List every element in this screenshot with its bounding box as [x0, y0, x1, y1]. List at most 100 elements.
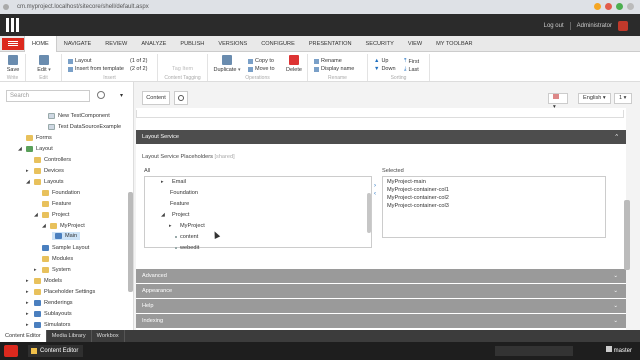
tree-item[interactable]: ▸ Sublayouts	[26, 311, 72, 317]
tab-security[interactable]: SECURITY	[359, 36, 401, 52]
tab-configure[interactable]: CONFIGURE	[254, 36, 302, 52]
expand-arrow-icon[interactable]: ▸	[26, 300, 31, 306]
expand-arrow-icon[interactable]: ▸	[26, 311, 31, 317]
chevron-down-icon[interactable]: ▾	[120, 92, 123, 99]
tab-my-toolbar[interactable]: MY TOOLBAR	[429, 36, 479, 52]
chevron-down-icon[interactable]: ⌄	[613, 299, 618, 313]
tab-publish[interactable]: PUBLISH	[173, 36, 211, 52]
tree-item[interactable]: Feature	[42, 201, 71, 207]
browser-url[interactable]: cm.myproject.localhost/sitecore/shell/de…	[17, 4, 149, 10]
save-button[interactable]: Save	[6, 55, 20, 73]
tab-versions[interactable]: VERSIONS	[211, 36, 254, 52]
avatar[interactable]	[618, 21, 628, 31]
tree-item[interactable]: Forms	[26, 135, 52, 141]
tab-view[interactable]: VIEW	[401, 36, 429, 52]
edit-button[interactable]: Edit ▾	[34, 55, 54, 73]
tree-item[interactable]: ▸ Models	[26, 278, 62, 284]
tab-presentation[interactable]: PRESENTATION	[302, 36, 359, 52]
app-tab-media-library[interactable]: Media Library	[47, 330, 92, 342]
all-placeholders-list[interactable]: ▸ Email Foundation Feature ◢ Project ▸ MyPr…	[144, 176, 372, 251]
section-appearance[interactable]: Appearance ⌄	[136, 284, 626, 298]
tree-search-input[interactable]: Search	[6, 90, 90, 102]
tree-item-selected[interactable]: Main	[52, 232, 81, 240]
list-item[interactable]: ▸ Email	[161, 179, 186, 185]
section-help[interactable]: Help ⌄	[136, 299, 626, 313]
insert-layout-button[interactable]: Layout	[68, 58, 92, 64]
list-item[interactable]: Feature	[167, 201, 189, 207]
tree-item[interactable]: ▸ Simulators	[26, 322, 70, 328]
expand-arrow-icon[interactable]: ▸	[26, 289, 31, 295]
tab-analyze[interactable]: ANALYZE	[134, 36, 173, 52]
extension-icon[interactable]	[616, 3, 623, 10]
tag-item-button[interactable]: Tag Item	[172, 66, 193, 72]
copy-to-button[interactable]: Copy to	[248, 58, 274, 64]
tab-navigate[interactable]: NAVIGATE	[57, 36, 98, 52]
search-icon[interactable]	[97, 91, 105, 99]
tree-item[interactable]: New TestComponent	[48, 113, 110, 119]
expand-arrow-icon[interactable]: ◢	[18, 146, 23, 152]
list-item[interactable]: ◢ Project	[161, 212, 189, 218]
list-item[interactable]: ▸ MyProject	[169, 223, 205, 229]
expand-arrow-icon[interactable]: ▸	[26, 168, 31, 174]
list-item[interactable]: MyProject-main	[387, 179, 426, 185]
tree-item[interactable]: ▸ Placeholder Settings	[26, 289, 95, 295]
language-select[interactable]: English ▾	[578, 93, 611, 104]
first-button[interactable]: ⤒ First	[404, 58, 419, 65]
selected-placeholders-list[interactable]: MyProject-main MyProject-container-col1 …	[382, 176, 606, 238]
expand-arrow-icon[interactable]: ◢	[34, 212, 39, 218]
list-item[interactable]: content	[175, 234, 198, 240]
version-select[interactable]: 1 ▾	[614, 93, 632, 104]
tree-item[interactable]: ◢ Layouts	[26, 179, 64, 185]
up-button[interactable]: ▲ Up	[374, 58, 388, 64]
expand-arrow-icon[interactable]: ▸	[26, 278, 31, 284]
expand-arrow-icon[interactable]: ▸	[26, 322, 31, 328]
menu-icon[interactable]	[2, 37, 24, 50]
remove-arrow-icon[interactable]: ‹	[374, 190, 376, 198]
editor-scrollbar[interactable]	[624, 200, 630, 270]
tree-item[interactable]: Sample Layout	[42, 245, 89, 251]
taskbar-app-content-editor[interactable]: Content Editor	[28, 345, 84, 357]
list-item[interactable]: MyProject-container-col1	[387, 187, 449, 193]
chevron-up-icon[interactable]: ^	[615, 130, 618, 144]
back-icon[interactable]	[3, 4, 9, 10]
tree-item[interactable]: ◢ MyProject	[42, 223, 85, 229]
start-button[interactable]	[4, 345, 18, 357]
launchpad-grid-icon[interactable]	[6, 18, 20, 32]
tree-item[interactable]: Modules	[42, 256, 73, 262]
section-layout-service[interactable]: Layout Service ^	[136, 130, 626, 144]
app-tab-content-editor[interactable]: Content Editor	[0, 330, 47, 342]
down-button[interactable]: ▼ Down	[374, 66, 396, 72]
move-to-button[interactable]: Move to	[248, 66, 275, 72]
tree-item[interactable]: ▸ Devices	[26, 168, 64, 174]
duplicate-button[interactable]: Duplicate ▾	[210, 55, 244, 73]
profile-icon[interactable]	[627, 3, 634, 10]
section-advanced[interactable]: Advanced ⌄	[136, 269, 626, 283]
tree-scrollbar[interactable]	[128, 192, 133, 292]
chevron-down-icon[interactable]: ⌄	[613, 269, 618, 283]
expand-arrow-icon[interactable]: ◢	[42, 223, 47, 229]
app-tab-workbox[interactable]: Workbox	[92, 330, 125, 342]
extension-icon[interactable]	[605, 3, 612, 10]
delete-button[interactable]: Delete	[284, 55, 304, 73]
tree-item[interactable]: ◢ Layout	[18, 146, 53, 152]
logout-link[interactable]: Log out	[544, 23, 564, 29]
tree-item[interactable]: Foundation	[42, 190, 80, 196]
all-list-scrollbar[interactable]	[367, 193, 371, 233]
tree-item[interactable]: Test DataSourceExample	[48, 124, 121, 130]
tree-item[interactable]: ▸ Renderings	[26, 300, 73, 306]
tab-content[interactable]: Content	[142, 91, 170, 105]
tab-review[interactable]: REVIEW	[98, 36, 134, 52]
chevron-down-icon[interactable]: ⌄	[613, 314, 618, 328]
list-item[interactable]: MyProject-container-col2	[387, 195, 449, 201]
list-item[interactable]: Foundation	[167, 190, 198, 196]
tree-item[interactable]: ▸ System	[34, 267, 71, 273]
list-item[interactable]: MyProject-container-col3	[387, 203, 449, 209]
chevron-down-icon[interactable]: ⌄	[613, 284, 618, 298]
add-arrow-icon[interactable]: ›	[374, 182, 376, 190]
tab-home[interactable]: HOME	[24, 35, 57, 52]
tree-item[interactable]: ◢ Project	[34, 212, 69, 218]
expand-arrow-icon[interactable]: ▸	[34, 267, 39, 273]
last-button[interactable]: ⤓ Last	[404, 66, 419, 73]
list-item[interactable]: webedit	[175, 245, 199, 251]
taskbar-search-input[interactable]	[495, 346, 573, 356]
